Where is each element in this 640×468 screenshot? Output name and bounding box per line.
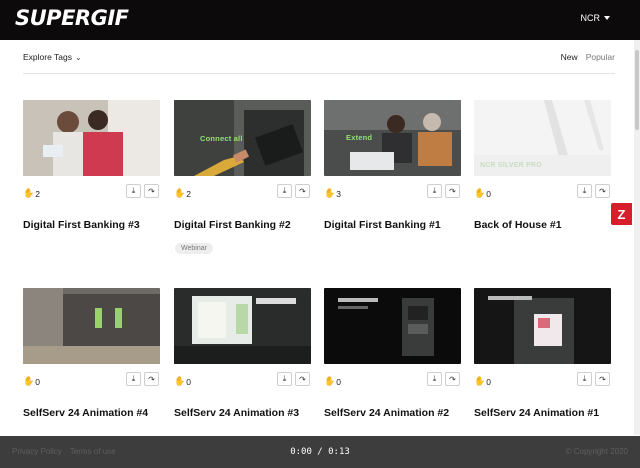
sort-new-link[interactable]: New (561, 52, 578, 62)
like-count[interactable]: ✋ 0 (174, 376, 191, 387)
gif-thumbnail[interactable] (23, 288, 160, 364)
footer-bar: Privacy Policy Terms of use 0:00 / 0:13 … (0, 436, 640, 468)
like-count[interactable]: ✋ 0 (324, 376, 341, 387)
download-icon: ⤓ (282, 186, 287, 195)
gif-thumbnail[interactable] (474, 288, 611, 364)
card-title[interactable]: SelfServ 24 Animation #4 (23, 407, 148, 419)
share-button[interactable]: ↷ (144, 184, 159, 198)
card-meta: ✋ 0 ⤓ ↷ (23, 372, 160, 388)
playback-timer: 0:00 / 0:13 (290, 447, 350, 457)
download-button[interactable]: ⤓ (427, 372, 442, 386)
download-icon: ⤓ (582, 186, 587, 195)
download-icon: ⤓ (432, 186, 437, 195)
thumbnail-caption: Connect all (200, 134, 243, 143)
download-icon: ⤓ (432, 374, 437, 383)
download-icon: ⤓ (582, 374, 587, 383)
tag-webinar[interactable]: Webinar (175, 243, 213, 254)
explore-tags-label: Explore Tags (23, 52, 72, 62)
supergif-logo[interactable]: SUPERGIF (15, 6, 129, 30)
gif-thumbnail[interactable] (174, 288, 311, 364)
card-meta: ✋ 0 ⤓ ↷ (474, 372, 611, 388)
share-icon: ↷ (148, 186, 155, 196)
download-icon: ⤓ (131, 186, 136, 195)
card-meta: ✋ 0 ⤓ ↷ (474, 184, 611, 200)
page-scrollbar[interactable] (634, 40, 640, 435)
card-title[interactable]: Digital First Banking #3 (23, 219, 140, 231)
download-button[interactable]: ⤓ (126, 372, 141, 386)
like-count[interactable]: ✋ 3 (324, 188, 341, 199)
hand-icon: ✋ (23, 188, 35, 198)
hand-icon: ✋ (324, 376, 336, 386)
like-count[interactable]: ✋ 0 (474, 376, 491, 387)
like-count[interactable]: ✋ 2 (174, 188, 191, 199)
download-icon: ⤓ (131, 374, 136, 383)
gif-thumbnail[interactable]: Connect all (174, 100, 311, 176)
account-label: NCR (580, 13, 601, 23)
share-button[interactable]: ↷ (144, 372, 159, 386)
card-meta: ✋ 3 ⤓ ↷ (324, 184, 461, 200)
card-meta: ✋ 2 ⤓ ↷ (23, 184, 160, 200)
share-icon: ↷ (299, 374, 306, 384)
card-title[interactable]: SelfServ 24 Animation #3 (174, 407, 299, 419)
chevron-down-icon: ⌄ (74, 52, 82, 62)
share-icon: ↷ (599, 374, 606, 384)
card-title[interactable]: Digital First Banking #2 (174, 219, 291, 231)
share-button[interactable]: ↷ (445, 184, 460, 198)
download-button[interactable]: ⤓ (577, 184, 592, 198)
hand-icon: ✋ (324, 188, 336, 198)
like-count[interactable]: ✋ 0 (474, 188, 491, 199)
share-icon: ↷ (449, 186, 456, 196)
share-icon: ↷ (299, 186, 306, 196)
thumbnail-caption: NCR SILVER PRO (480, 162, 542, 169)
share-button[interactable]: ↷ (595, 184, 610, 198)
hand-icon: ✋ (474, 188, 486, 198)
card-title[interactable]: Back of House #1 (474, 219, 562, 231)
filter-bar: Explore Tags ⌄ New Popular (23, 50, 615, 74)
sort-popular-link[interactable]: Popular (586, 52, 615, 62)
hand-icon: ✋ (174, 188, 186, 198)
card-title[interactable]: SelfServ 24 Animation #2 (324, 407, 449, 419)
hand-icon: ✋ (23, 376, 35, 386)
top-navbar: SUPERGIF NCR (0, 0, 640, 40)
copyright-text: © Copyright 2020 (565, 447, 628, 456)
sort-options: New Popular (561, 52, 615, 62)
download-button[interactable]: ⤓ (277, 372, 292, 386)
share-icon: ↷ (599, 186, 606, 196)
explore-tags-dropdown[interactable]: Explore Tags ⌄ (23, 52, 82, 62)
share-icon: ↷ (449, 374, 456, 384)
download-button[interactable]: ⤓ (427, 184, 442, 198)
account-dropdown[interactable]: NCR (580, 13, 610, 23)
card-meta: ✋ 0 ⤓ ↷ (324, 372, 461, 388)
thumbnail-caption: Extend (346, 133, 373, 142)
scrollbar-thumb[interactable] (635, 50, 639, 130)
download-button[interactable]: ⤓ (277, 184, 292, 198)
gif-thumbnail[interactable] (324, 288, 461, 364)
download-button[interactable]: ⤓ (126, 184, 141, 198)
share-button[interactable]: ↷ (295, 372, 310, 386)
card-meta: ✋ 2 ⤓ ↷ (174, 184, 311, 200)
caret-down-icon (604, 16, 610, 20)
download-button[interactable]: ⤓ (577, 372, 592, 386)
card-meta: ✋ 0 ⤓ ↷ (174, 372, 311, 388)
share-button[interactable]: ↷ (295, 184, 310, 198)
gif-thumbnail[interactable] (23, 100, 160, 176)
card-title[interactable]: Digital First Banking #1 (324, 219, 441, 231)
side-widget-button[interactable]: Z (611, 203, 632, 225)
share-button[interactable]: ↷ (445, 372, 460, 386)
download-icon: ⤓ (282, 374, 287, 383)
hand-icon: ✋ (174, 376, 186, 386)
hand-icon: ✋ (474, 376, 486, 386)
gif-thumbnail[interactable]: Extend (324, 100, 461, 176)
share-button[interactable]: ↷ (595, 372, 610, 386)
like-count[interactable]: ✋ 0 (23, 376, 40, 387)
like-count[interactable]: ✋ 2 (23, 188, 40, 199)
gif-thumbnail[interactable]: NCR SILVER PRO (474, 100, 611, 176)
share-icon: ↷ (148, 374, 155, 384)
card-title[interactable]: SelfServ 24 Animation #1 (474, 407, 599, 419)
